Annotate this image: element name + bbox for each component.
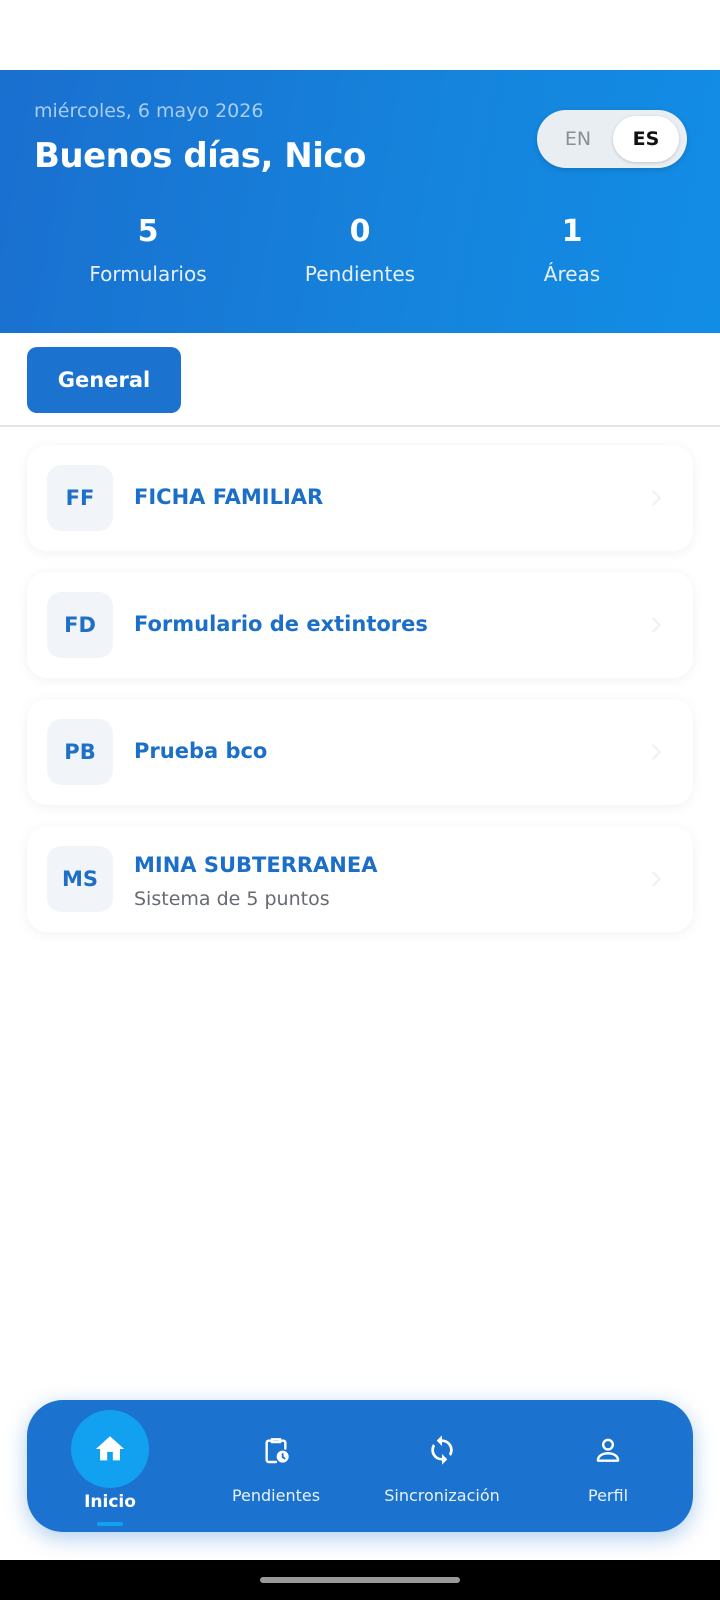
nav-item-perfil[interactable]: Perfil: [525, 1400, 691, 1532]
form-card-ficha-familiar[interactable]: FF FICHA FAMILIAR: [27, 445, 693, 551]
greeting-title: Buenos días, Nico: [34, 136, 366, 176]
chevron-right-icon: [652, 744, 661, 760]
home-header: miércoles, 6 mayo 2026 Buenos días, Nico…: [0, 70, 720, 333]
form-avatar: FF: [47, 465, 113, 531]
form-card-mina-subterranea[interactable]: MS MINA SUBTERRANEA Sistema de 5 puntos: [27, 826, 693, 932]
nav-item-inicio[interactable]: Inicio: [27, 1400, 193, 1532]
stat-label: Formularios: [89, 262, 207, 286]
nav-item-pendientes[interactable]: Pendientes: [193, 1400, 359, 1532]
stat-areas: 1 Áreas: [466, 210, 678, 286]
stat-value: 5: [137, 214, 159, 249]
form-avatar: MS: [47, 846, 113, 912]
chevron-right-icon: [652, 490, 661, 506]
language-toggle[interactable]: EN ES: [537, 110, 687, 168]
nav-label: Pendientes: [231, 1486, 321, 1505]
form-avatar: PB: [47, 719, 113, 785]
nav-label: Perfil: [587, 1486, 629, 1505]
nav-label: Inicio: [84, 1492, 136, 1512]
stat-formularios: 5 Formularios: [42, 210, 254, 286]
tab-general[interactable]: General: [27, 347, 181, 413]
gesture-home-handle[interactable]: [260, 1577, 460, 1583]
stat-label: Áreas: [543, 262, 601, 286]
form-title: Prueba bco: [134, 739, 268, 763]
clipboard-clock-icon: [256, 1430, 296, 1470]
bottom-navigation: Inicio Pendientes Sincronización Perfil: [27, 1400, 693, 1532]
area-tabs: General: [0, 333, 720, 427]
language-option-es[interactable]: ES: [613, 116, 679, 162]
system-navigation-bar: [0, 1560, 720, 1600]
form-title: Formulario de extintores: [134, 612, 428, 636]
stat-label: Pendientes: [304, 262, 416, 286]
sync-icon: [422, 1430, 462, 1470]
chevron-right-icon: [652, 871, 661, 887]
stat-value: 0: [349, 214, 371, 249]
status-bar: [0, 0, 720, 70]
form-avatar: FD: [47, 592, 113, 658]
active-tab-underline: [97, 1522, 123, 1526]
home-icon: [95, 1436, 125, 1461]
form-card-prueba-bco[interactable]: PB Prueba bco: [27, 699, 693, 805]
stat-pendientes: 0 Pendientes: [254, 210, 466, 286]
nav-active-indicator-circle: [71, 1410, 149, 1488]
nav-item-sincronizacion[interactable]: Sincronización: [359, 1400, 525, 1532]
language-option-en[interactable]: EN: [545, 116, 611, 162]
form-subtitle: Sistema de 5 puntos: [134, 888, 330, 910]
stat-value: 1: [561, 214, 583, 249]
form-card-formulario-extintores[interactable]: FD Formulario de extintores: [27, 572, 693, 678]
nav-label: Sincronización: [384, 1486, 500, 1505]
current-date: miércoles, 6 mayo 2026: [34, 100, 264, 122]
chevron-right-icon: [652, 617, 661, 633]
person-icon: [588, 1430, 628, 1470]
form-title: FICHA FAMILIAR: [134, 485, 324, 509]
form-title: MINA SUBTERRANEA: [134, 853, 378, 877]
